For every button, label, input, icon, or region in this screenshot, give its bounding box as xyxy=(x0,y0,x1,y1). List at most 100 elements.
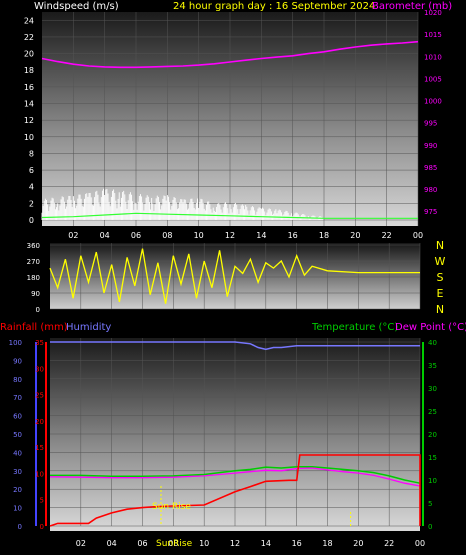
windspeed-axis: 024681012141618202224 xyxy=(24,16,34,225)
humidity-tick: 30 xyxy=(13,468,22,476)
wind-time-tick: 22 xyxy=(382,231,392,240)
rain-tick: 10 xyxy=(35,470,44,478)
temp-time-tick: 04 xyxy=(107,539,117,548)
windspeed-title: Windspeed (m/s) xyxy=(34,1,119,12)
barometer-tick: 1020 xyxy=(424,9,442,17)
barometer-tick: 975 xyxy=(424,208,437,216)
temperature-tick: 35 xyxy=(428,362,437,370)
barometer-tick: 1015 xyxy=(424,31,442,39)
humidity-tick: 10 xyxy=(13,505,22,513)
barometer-tick: 980 xyxy=(424,186,437,194)
windspeed-tick: 2 xyxy=(29,199,34,208)
rain-tick: 35 xyxy=(35,339,44,347)
humidity-axis: 0 10 20 30 40 50 60 70 80 90 100 xyxy=(9,339,22,531)
compass-label: N xyxy=(436,239,444,252)
windspeed-tick: 0 xyxy=(29,216,34,225)
compass-label: E xyxy=(437,287,444,300)
temperature-tick: 10 xyxy=(428,477,437,485)
windspeed-tick: 22 xyxy=(24,33,34,42)
temp-time-tick: 22 xyxy=(384,539,394,548)
temp-time-tick: 06 xyxy=(137,539,147,548)
weather-graph: Windspeed (m/s) 24 hour graph day : 16 S… xyxy=(0,1,466,549)
humidity-label: Humidity xyxy=(66,322,111,333)
direction-axis: 0 90 180 270 360 xyxy=(27,242,40,314)
direction-panel: 090180270360 NWSEN xyxy=(27,239,446,316)
windspeed-tick: 6 xyxy=(29,166,34,175)
wind-panel: 024681012141618202224 975980985990995100… xyxy=(24,9,442,240)
rain-tick: 0 xyxy=(40,523,44,531)
compass-labels: NWSEN xyxy=(435,239,446,316)
windspeed-tick: 16 xyxy=(24,83,34,92)
humidity-tick: 60 xyxy=(13,413,22,421)
temp-time-tick: 20 xyxy=(353,539,363,548)
wind-time-tick: 12 xyxy=(225,231,235,240)
wind-time-tick: 14 xyxy=(256,231,266,240)
temp-time-tick: 12 xyxy=(230,539,240,548)
barometer-tick: 985 xyxy=(424,164,437,172)
temperature-axis: 0 5 10 15 20 25 30 35 40 xyxy=(428,339,437,531)
wind-time-axis: 02 04 06 08 10 12 14 16 18 20 22 00 xyxy=(68,231,423,240)
windspeed-tick: 14 xyxy=(24,100,34,109)
direction-tick: 90 xyxy=(31,290,40,298)
wind-time-tick: 00 xyxy=(413,231,423,240)
compass-label: S xyxy=(437,271,444,284)
barometer-axis: 975 980 985 990 995 1000 1005 1010 1015 1020 xyxy=(424,9,442,216)
windspeed-tick: 12 xyxy=(24,116,34,125)
rainfall-label: Rainfall (mm) xyxy=(0,322,68,333)
rain-tick: 20 xyxy=(35,418,44,426)
direction-tick: 0 xyxy=(36,306,40,314)
temp-time-tick: 18 xyxy=(322,539,332,548)
wind-time-tick: 10 xyxy=(194,231,204,240)
humidity-tick: 0 xyxy=(18,523,22,531)
windspeed-tick: 20 xyxy=(24,50,34,59)
temperature-label: Temperature (°C) xyxy=(311,322,398,333)
direction-tick: 360 xyxy=(27,242,40,250)
barometer-tick: 1010 xyxy=(424,53,442,61)
wind-time-tick: 04 xyxy=(100,231,110,240)
humidity-tick: 90 xyxy=(13,357,22,365)
wind-time-tick: 18 xyxy=(319,231,329,240)
rain-tick: 15 xyxy=(35,444,44,452)
date-title: 24 hour graph day : 16 September 2024 xyxy=(173,1,375,12)
wind-time-tick: 02 xyxy=(68,231,78,240)
barometer-tick: 1005 xyxy=(424,75,442,83)
temperature-tick: 5 xyxy=(428,500,432,508)
temperature-tick: 15 xyxy=(428,454,437,462)
compass-label: W xyxy=(435,255,446,268)
temperature-tick: 40 xyxy=(428,339,437,347)
sunrise-annotation: Sun Rise xyxy=(152,502,191,512)
wind-time-tick: 16 xyxy=(288,231,298,240)
rain-tick: 5 xyxy=(40,497,44,505)
barometer-tick: 1000 xyxy=(424,98,442,106)
barometer-tick: 990 xyxy=(424,142,437,150)
humidity-tick: 70 xyxy=(13,394,22,402)
temperature-tick: 20 xyxy=(428,431,437,439)
humidity-tick: 50 xyxy=(13,431,22,439)
rain-tick: 30 xyxy=(35,365,44,373)
direction-tick: 180 xyxy=(27,274,40,282)
temp-time-tick: 10 xyxy=(199,539,209,548)
windspeed-tick: 10 xyxy=(24,133,34,142)
temp-time-tick: 16 xyxy=(292,539,302,548)
temp-panel: 0 10 20 30 40 50 60 70 80 90 100 0 5 10 15 20 25 30 35 0 5… xyxy=(9,338,437,549)
humidity-tick: 80 xyxy=(13,376,22,384)
windspeed-tick: 18 xyxy=(24,66,34,75)
temp-time-tick: 14 xyxy=(261,539,271,548)
temperature-tick: 0 xyxy=(428,523,432,531)
humidity-tick: 40 xyxy=(13,449,22,457)
windspeed-tick: 24 xyxy=(24,16,34,25)
temperature-tick: 30 xyxy=(428,385,437,393)
wind-time-tick: 08 xyxy=(162,231,172,240)
direction-tick: 270 xyxy=(27,258,40,266)
rain-tick: 25 xyxy=(35,392,44,400)
barometer-tick: 995 xyxy=(424,120,437,128)
temp-time-axis: 02 04 06 08 10 12 14 16 18 20 22 00 xyxy=(76,539,425,548)
compass-label: N xyxy=(436,303,444,316)
temp-time-tick: 02 xyxy=(76,539,86,548)
wind-time-tick: 06 xyxy=(131,231,141,240)
dewpoint-label: Dew Point (°C) xyxy=(395,322,466,333)
temp-time-tick: 00 xyxy=(415,539,425,548)
humidity-tick: 100 xyxy=(9,339,22,347)
windspeed-tick: 8 xyxy=(29,149,34,158)
sunrise-axis-annotation: SunRise xyxy=(156,539,193,549)
